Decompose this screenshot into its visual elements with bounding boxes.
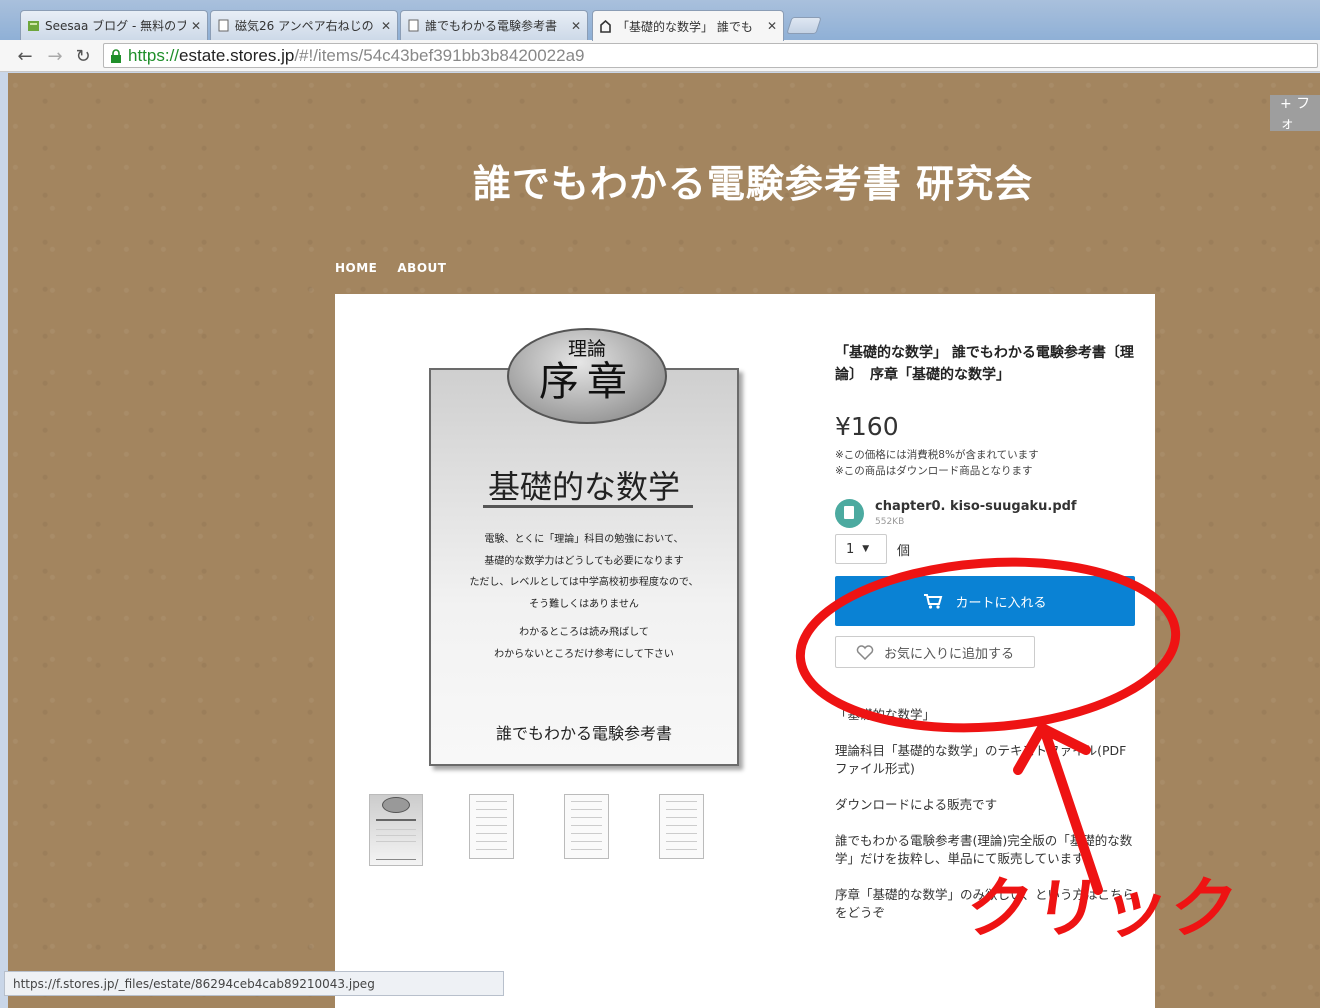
page-icon: [218, 19, 229, 32]
browser-toolbar: ← → ↻ https://estate.stores.jp/#!/items/…: [0, 40, 1320, 72]
product-title: 「基礎的な数学」 誰でもわかる電験参考書〔理論〕 序章「基礎的な数学」: [835, 345, 1134, 383]
tab-title: 誰でもわかる電験参考書: [425, 19, 558, 33]
cover-text: 電験、とくに「理論」科目の勉強において、 基礎的な数学力はどうしても必要になりま…: [431, 530, 737, 666]
stores-icon: [600, 19, 611, 33]
heart-icon: [856, 644, 874, 660]
document-icon: [835, 499, 864, 528]
price-notes: ※この価格には消費税8%が含まれています ※この商品はダウンロード商品となります: [835, 447, 1135, 479]
favorite-label: お気に入りに追加する: [884, 646, 1015, 662]
cart-icon: [924, 594, 943, 609]
shop-title[interactable]: 誰でもわかる電験参考書 研究会: [8, 153, 1320, 208]
cover-line: わからないところだけ参考にして下さい: [494, 648, 674, 660]
follow-button[interactable]: + フォ: [1270, 95, 1320, 132]
cover-title: 基礎的な数学: [487, 468, 680, 506]
cover-line: 基礎的な数学力はどうしても必要になります: [484, 555, 684, 567]
reload-icon[interactable]: ↻: [72, 45, 94, 67]
lock-icon: [111, 48, 121, 63]
url-path: /#!/items/54c43bef391bb3b8420022a9: [294, 45, 585, 65]
forward-icon[interactable]: →: [44, 45, 66, 67]
quantity-select[interactable]: 1 ▼: [835, 534, 887, 564]
product-price: ¥160: [835, 412, 899, 441]
tab-dengen[interactable]: 誰でもわかる電験参考書 ✕: [400, 10, 588, 40]
url-scheme: https://: [128, 45, 180, 65]
cover-line: そう難しくはありません: [529, 598, 639, 610]
thumbnail-3[interactable]: [564, 794, 609, 859]
add-to-cart-button[interactable]: カートに入れる: [835, 576, 1135, 626]
tax-note: ※この価格には消費税8%が含まれています: [835, 449, 1039, 461]
tab-jiki[interactable]: 磁気26 アンペア右ねじの ✕: [210, 10, 398, 40]
badge-chapter: 序章: [539, 359, 635, 405]
download-file: chapter0. kiso-suugaku.pdf 552KB: [835, 499, 1135, 528]
back-icon[interactable]: ←: [14, 45, 36, 67]
add-to-favorites-button[interactable]: お気に入りに追加する: [835, 636, 1035, 668]
seesaa-icon: [28, 21, 39, 31]
page-icon: [408, 19, 419, 32]
nav-home[interactable]: HOME: [335, 261, 377, 275]
description-paragraph: ダウンロードによる販売です: [835, 797, 998, 812]
url-host: estate.stores.jp: [179, 45, 295, 65]
close-icon[interactable]: ✕: [571, 19, 581, 33]
cart-label: カートに入れる: [955, 595, 1047, 611]
close-icon[interactable]: ✕: [381, 19, 391, 33]
download-note: ※この商品はダウンロード商品となります: [835, 465, 1033, 477]
tab-title: 「基礎的な数学」 誰でも: [617, 19, 753, 34]
status-bar: https://f.stores.jp/_files/estate/86294c…: [4, 971, 504, 996]
thumbnail-1[interactable]: [369, 794, 423, 866]
tab-title: 磁気26 アンペア右ねじの: [235, 19, 374, 33]
product-info: 「基礎的な数学」 誰でもわかる電験参考書〔理論〕 序章「基礎的な数学」 ¥160…: [835, 342, 1135, 940]
description-paragraph: 理論科目「基礎的な数学」のテキストファイル(PDFファイル形式): [835, 743, 1127, 776]
chapter-badge: 理論 序章: [507, 328, 667, 424]
tab-kiso-sugaku[interactable]: 「基礎的な数学」 誰でも ✕: [592, 10, 784, 41]
tab-title: Seesaa ブログ - 無料のブ: [45, 19, 186, 33]
address-bar[interactable]: https://estate.stores.jp/#!/items/54c43b…: [103, 43, 1318, 68]
tab-seesaa[interactable]: Seesaa ブログ - 無料のブ ✕: [20, 10, 208, 40]
cover-rule: [483, 505, 693, 508]
chevron-down-icon: ▼: [862, 544, 870, 554]
file-size: 552KB: [875, 517, 905, 527]
cover-line: ただし、レベルとしては中学高校初歩程度なので、: [469, 577, 699, 588]
close-icon[interactable]: ✕: [191, 19, 201, 33]
description-paragraph: 「基礎的な数学」: [835, 707, 936, 722]
thumbnail-2[interactable]: [469, 794, 514, 859]
quantity-row: 1 ▼ 個: [835, 534, 1135, 564]
badge-subject: 理論: [567, 338, 606, 360]
thumbnail-4[interactable]: [659, 794, 704, 859]
new-tab-button[interactable]: [786, 17, 822, 34]
nav-about[interactable]: ABOUT: [397, 261, 446, 275]
cover-footer: 誰でもわかる電験参考書: [495, 724, 672, 743]
file-name: chapter0. kiso-suugaku.pdf: [875, 499, 1077, 514]
cover-line: わかるところは読み飛ばして: [519, 627, 649, 638]
click-annotation-label: クリック: [960, 870, 1244, 947]
quantity-value: 1: [846, 541, 855, 557]
quantity-unit: 個: [897, 543, 911, 559]
book-cover: 基礎的な数学 電験、とくに「理論」科目の勉強において、 基礎的な数学力はどうして…: [429, 368, 739, 766]
shop-nav: HOME ABOUT: [335, 261, 446, 275]
cover-line: 電験、とくに「理論」科目の勉強において、: [484, 534, 684, 545]
close-icon[interactable]: ✕: [767, 19, 777, 33]
tab-strip: Seesaa ブログ - 無料のブ ✕ 磁気26 アンペア右ねじの ✕ 誰でもわ…: [0, 0, 1320, 41]
